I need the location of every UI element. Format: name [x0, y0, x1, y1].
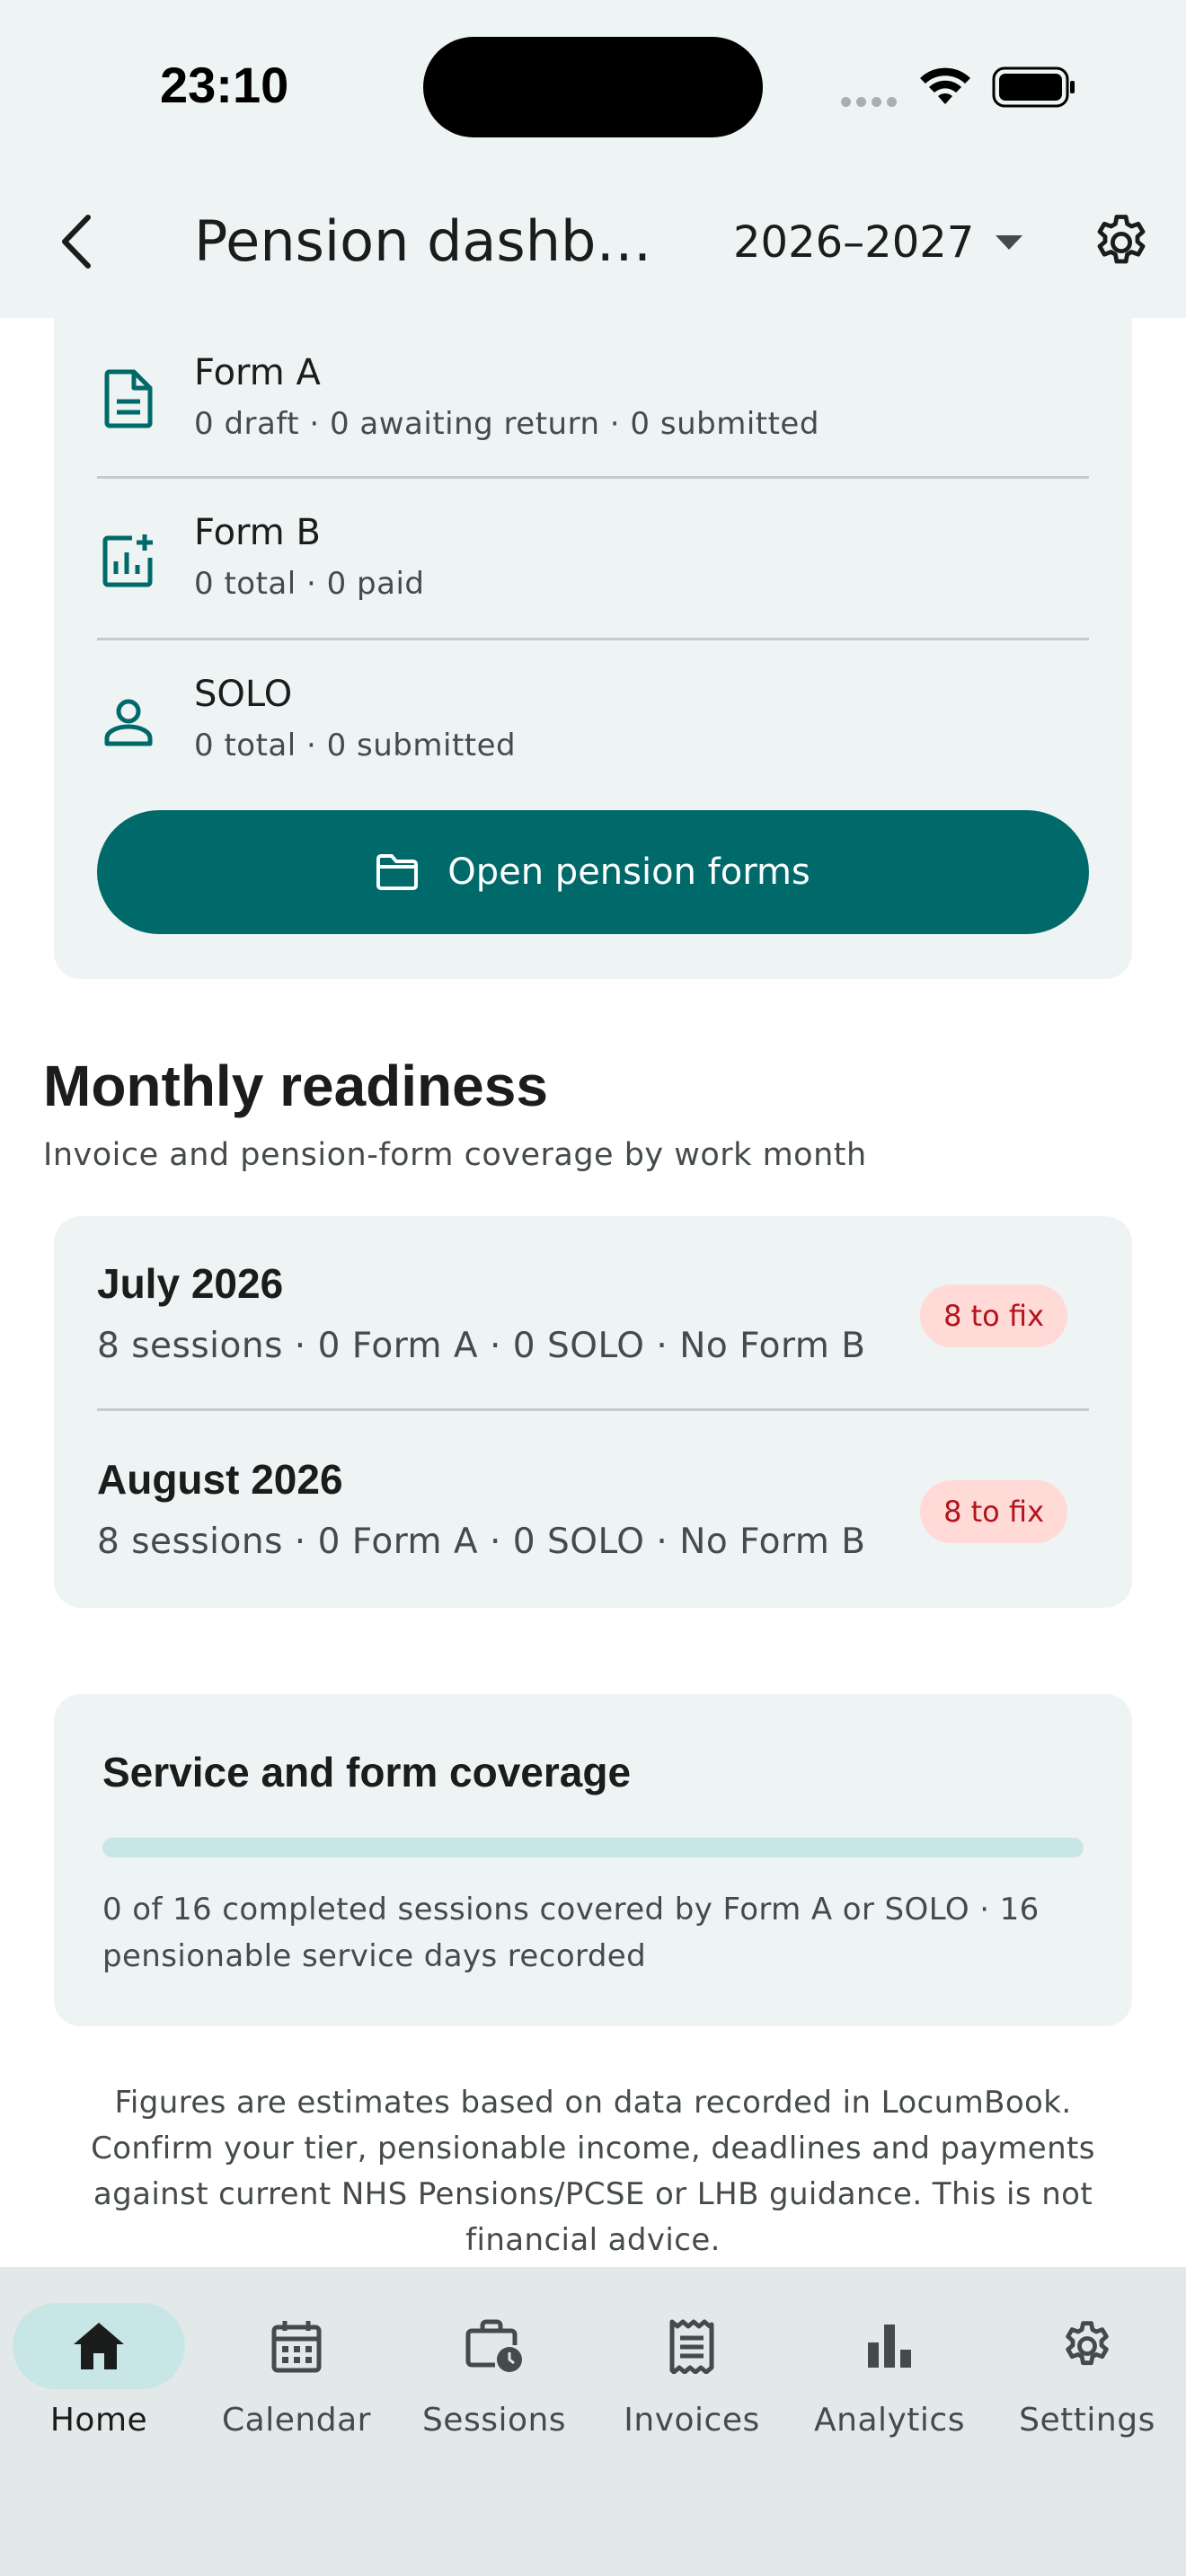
bottom-navigation: Home Calendar Sessions Invoices Analytic… [0, 2267, 1186, 2576]
tax-year-select[interactable]: 2026–2027 [733, 216, 1023, 269]
divider [97, 638, 1089, 640]
form-b-title: Form B [194, 512, 321, 553]
page-title: Pension dashbo… [194, 208, 670, 274]
tax-year-value: 2026–2027 [733, 217, 975, 268]
divider [97, 476, 1089, 479]
settings-button[interactable] [1089, 210, 1154, 278]
disclaimer-text: Figures are estimates based on data reco… [91, 2085, 1095, 2258]
folder-icon [376, 854, 419, 890]
monthly-readiness-card: July 2026 8 sessions · 0 Form A · 0 SOLO… [54, 1216, 1132, 1608]
dropdown-arrow-icon [996, 235, 1023, 250]
form-a-summary: 0 draft · 0 awaiting return · 0 submitte… [194, 406, 819, 442]
nav-sessions[interactable]: Sessions [395, 2303, 593, 2456]
nav-calendar[interactable]: Calendar [198, 2303, 395, 2456]
nav-settings[interactable]: Settings [988, 2303, 1186, 2456]
person-icon [97, 691, 160, 754]
calendar-icon [210, 2303, 383, 2389]
open-pension-forms-label: Open pension forms [447, 851, 810, 893]
coverage-title: Service and form coverage [102, 1749, 632, 1795]
open-pension-forms-button[interactable]: Open pension forms [97, 810, 1089, 934]
back-button[interactable] [47, 208, 104, 275]
bar-chart-icon [803, 2303, 976, 2389]
status-bar: 23:10 [0, 0, 1186, 171]
status-badge: 8 to fix [920, 1284, 1067, 1347]
nav-home[interactable]: Home [0, 2303, 198, 2456]
coverage-progress-bar [102, 1838, 1084, 1857]
month-row-july-2026[interactable]: July 2026 8 sessions · 0 Form A · 0 SOLO… [97, 1216, 1089, 1396]
form-a-title: Form A [194, 352, 321, 393]
monthly-readiness-subtitle: Invoice and pension-form coverage by wor… [43, 1137, 867, 1173]
form-b-summary: 0 total · 0 paid [194, 566, 425, 602]
form-b-row[interactable]: Form B 0 total · 0 paid [97, 480, 1089, 641]
divider [97, 1408, 1089, 1411]
pension-forms-card: Form A 0 draft · 0 awaiting return · 0 s… [54, 318, 1132, 979]
document-icon [97, 367, 160, 430]
nav-label: Analytics [814, 2402, 965, 2439]
form-a-row[interactable]: Form A 0 draft · 0 awaiting return · 0 s… [97, 318, 1089, 480]
back-arrow-icon [62, 215, 91, 269]
nav-label: Settings [1019, 2402, 1155, 2439]
status-badge: 8 to fix [920, 1480, 1067, 1543]
month-title: July 2026 [97, 1260, 284, 1307]
gear-icon [1097, 215, 1146, 264]
month-title: August 2026 [97, 1456, 343, 1503]
cellular-signal-icon [841, 93, 902, 110]
briefcase-clock-icon [408, 2303, 580, 2389]
month-summary: 8 sessions · 0 Form A · 0 SOLO · No Form… [97, 1522, 866, 1562]
chart-add-icon [97, 529, 160, 592]
home-icon [13, 2303, 185, 2389]
monthly-readiness-title: Monthly readiness [43, 1054, 548, 1118]
month-summary: 8 sessions · 0 Form A · 0 SOLO · No Form… [97, 1326, 866, 1366]
nav-label: Home [49, 2402, 148, 2439]
status-time: 23:10 [160, 57, 289, 113]
nav-analytics[interactable]: Analytics [791, 2303, 988, 2456]
dynamic-island [423, 37, 763, 137]
coverage-text: 0 of 16 completed sessions covered by Fo… [102, 1892, 1040, 1974]
service-coverage-card: Service and form coverage 0 of 16 comple… [54, 1694, 1132, 2026]
nav-invoices[interactable]: Invoices [593, 2303, 791, 2456]
nav-label: Invoices [624, 2402, 760, 2439]
solo-row[interactable]: SOLO 0 total · 0 submitted [97, 641, 1089, 803]
nav-label: Sessions [421, 2402, 567, 2439]
solo-title: SOLO [194, 674, 293, 715]
battery-icon [992, 66, 1075, 108]
solo-summary: 0 total · 0 submitted [194, 728, 517, 763]
month-row-august-2026[interactable]: August 2026 8 sessions · 0 Form A · 0 SO… [97, 1412, 1089, 1592]
gear-icon [1001, 2303, 1173, 2389]
wifi-icon [920, 67, 970, 104]
nav-label: Calendar [222, 2402, 371, 2439]
receipt-icon [606, 2303, 778, 2389]
